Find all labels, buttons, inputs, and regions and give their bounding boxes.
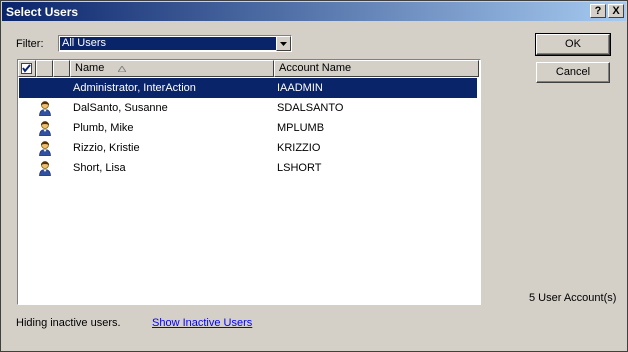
row-account-name: LSHORT <box>277 162 322 174</box>
filter-dropdown[interactable]: All Users <box>58 35 292 52</box>
row-account-name: IAADMIN <box>277 82 323 94</box>
header-name-label: Name <box>75 62 105 74</box>
cancel-button[interactable]: Cancel <box>536 62 610 83</box>
filter-value: All Users <box>60 37 276 50</box>
user-icon <box>37 120 53 137</box>
select-users-dialog: Select Users ? X Filter: All Users OK Ca… <box>0 0 628 352</box>
table-row[interactable]: DalSanto, Susanne SDALSANTO <box>19 98 477 118</box>
header-blank-column[interactable] <box>53 60 70 77</box>
ok-button[interactable]: OK <box>535 33 611 56</box>
user-icon <box>37 100 53 117</box>
user-count: 5 User Account(s) <box>529 292 617 304</box>
header-account-name[interactable]: Account Name <box>274 60 479 77</box>
row-name: Rizzio, Kristie <box>73 142 140 154</box>
user-icon <box>37 140 53 157</box>
row-name: Short, Lisa <box>73 162 126 174</box>
row-account-name: MPLUMB <box>277 122 325 134</box>
table-row[interactable]: Plumb, Mike MPLUMB <box>19 118 477 138</box>
table-row[interactable]: Short, Lisa LSHORT <box>19 158 477 178</box>
chevron-down-icon <box>280 42 287 46</box>
dropdown-arrow-button[interactable] <box>276 36 291 51</box>
hiding-inactive-text: Hiding inactive users. <box>16 317 121 329</box>
row-account-name: SDALSANTO <box>277 102 344 114</box>
table-row[interactable]: Rizzio, Kristie KRIZZIO <box>19 138 477 158</box>
header-checkbox-column[interactable] <box>18 60 36 77</box>
user-icon <box>37 160 53 177</box>
users-list[interactable]: Name Account Name Administrator, InterAc… <box>17 59 481 305</box>
row-name: Administrator, InterAction <box>73 82 196 94</box>
row-name: Plumb, Mike <box>73 122 134 134</box>
header-icon-column[interactable] <box>36 60 53 77</box>
header-name[interactable]: Name <box>70 60 274 77</box>
checkbox-checked-icon[interactable] <box>21 63 32 74</box>
show-inactive-users-link[interactable]: Show Inactive Users <box>152 317 252 329</box>
help-button[interactable]: ? <box>590 4 606 18</box>
table-row[interactable]: Administrator, InterAction IAADMIN <box>19 78 477 98</box>
sort-ascending-icon <box>118 66 126 72</box>
title-bar[interactable]: Select Users ? X <box>2 2 626 21</box>
row-account-name: KRIZZIO <box>277 142 321 154</box>
dialog-title: Select Users <box>6 5 79 19</box>
filter-label: Filter: <box>16 38 44 50</box>
close-button[interactable]: X <box>608 4 624 18</box>
row-name: DalSanto, Susanne <box>73 102 168 114</box>
